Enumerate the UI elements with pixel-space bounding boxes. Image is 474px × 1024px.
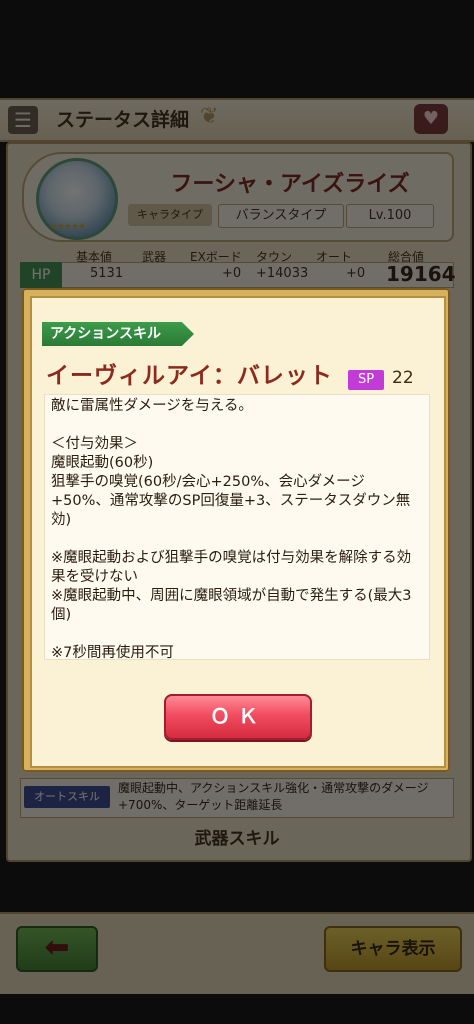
hp-label: HP (20, 262, 62, 288)
ok-button[interactable]: ＯＫ (164, 694, 312, 740)
character-type-value: バランスタイプ (218, 204, 344, 228)
character-level: Lv.100 (346, 204, 434, 228)
menu-icon[interactable]: ☰ (8, 106, 38, 134)
hp-exboard: +0 (222, 266, 242, 281)
weapon-skill-title: 武器スキル (194, 829, 280, 849)
character-name: フーシャ・アイズライズ (170, 172, 410, 197)
back-button[interactable]: ⬅ (16, 926, 98, 972)
hp-auto: +0 (346, 266, 366, 281)
chara-display-button[interactable]: キャラ表示 (324, 926, 462, 972)
status-header: ☰ ステータス詳細 ❦ (0, 98, 474, 142)
action-skill-tag: アクションスキル (42, 322, 194, 346)
character-type-label: キャラタイプ (128, 204, 212, 226)
sp-value: 22 (392, 368, 414, 388)
auto-skill-text: 魔眼起動中、アクションスキル強化・通常攻撃のダメージ+700%、ターゲット距離延… (118, 781, 429, 812)
hp-total: 19164 (386, 262, 456, 286)
hp-town: +14033 (256, 266, 309, 281)
skill-name: イーヴィルアイ：バレット (46, 363, 333, 389)
skill-description: 敵に雷属性ダメージを与える。 ＜付与効果＞ 魔眼起動(60秒) 狙撃手の嗅覚(6… (51, 398, 412, 661)
hp-base: 5131 (90, 266, 124, 281)
auto-skill-label: オートスキル (24, 786, 110, 808)
sp-badge: SP (348, 370, 384, 390)
page-title: ステータス詳細 (56, 109, 190, 131)
rarity-stars: ★★★★★ (50, 222, 86, 232)
back-arrow-icon: ⬅ (44, 930, 70, 965)
header-ornament-icon: ❦ (200, 104, 219, 129)
heart-icon[interactable]: ♥ (414, 104, 448, 134)
skill-description-box: 敵に雷属性ダメージを与える。 ＜付与効果＞ 魔眼起動(60秒) 狙撃手の嗅覚(6… (44, 394, 430, 661)
